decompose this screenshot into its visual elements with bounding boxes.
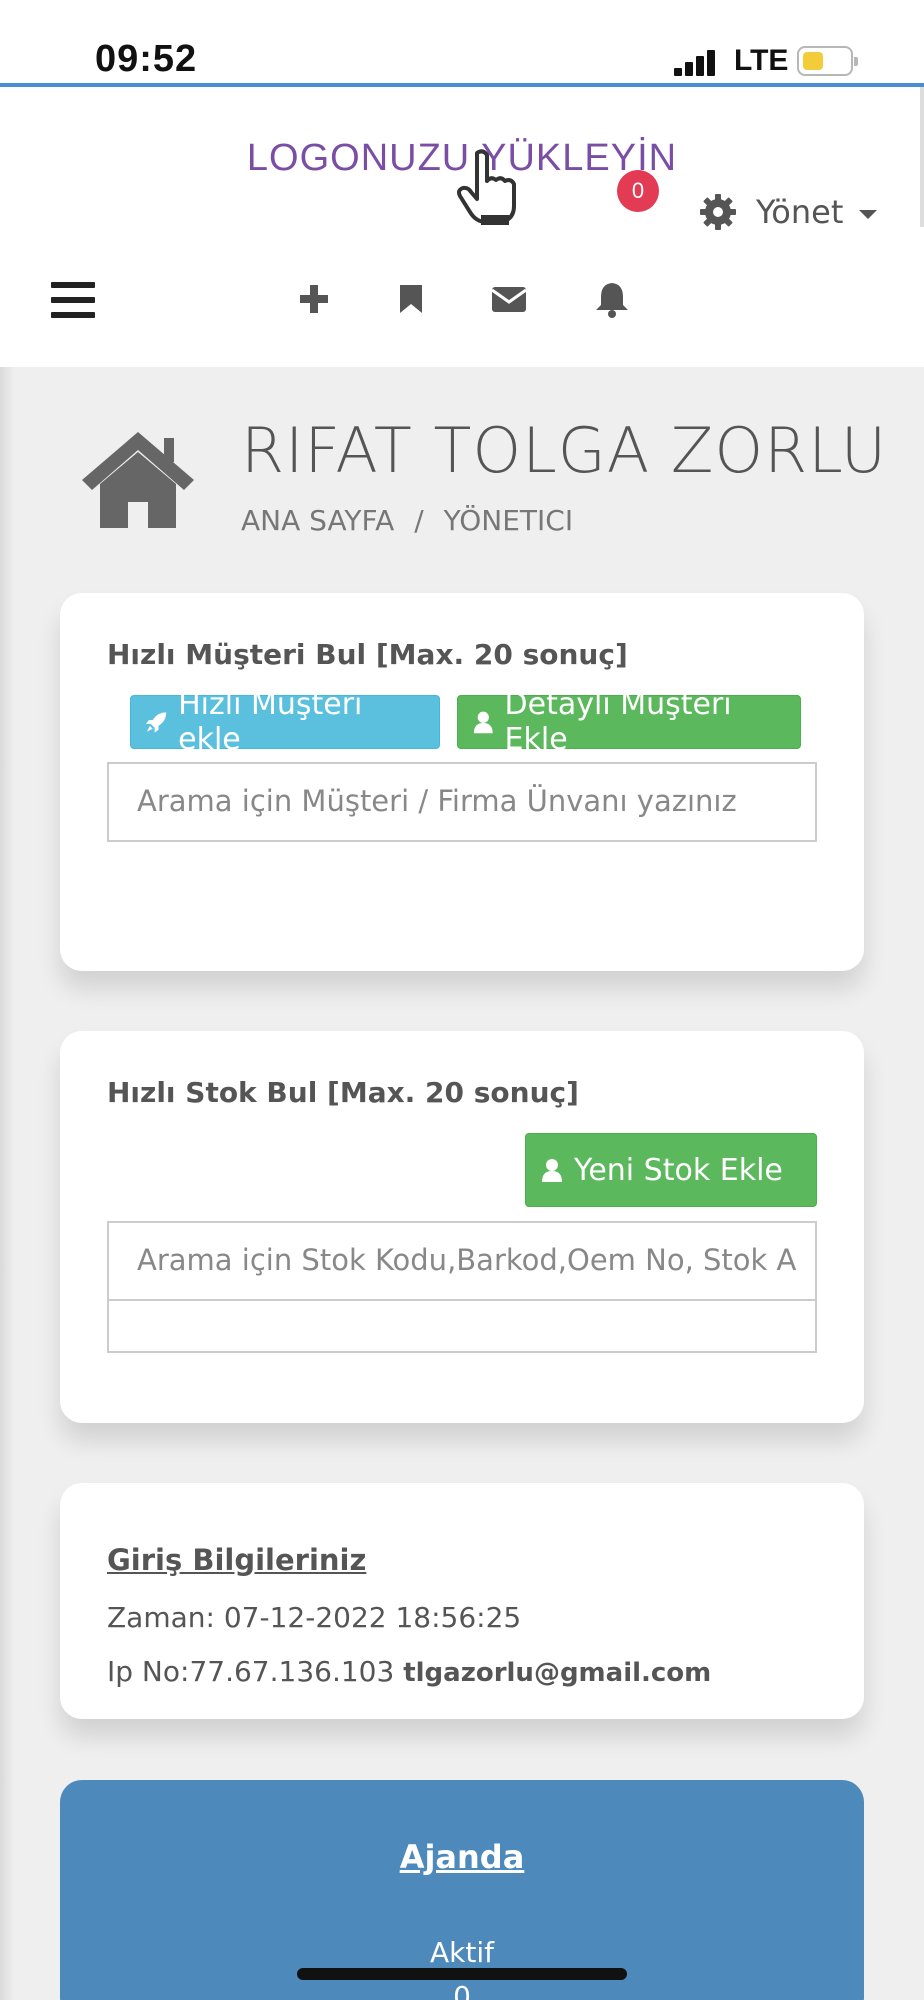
stock-search-title: Hızlı Stok Bul [Max. 20 sonuç]: [107, 1076, 579, 1109]
agenda-panel: Ajanda Aktif 0: [60, 1780, 864, 2000]
sidebar-edge: [0, 367, 14, 2000]
breadcrumb-separator: /: [414, 504, 424, 537]
envelope-icon[interactable]: [489, 279, 529, 319]
bell-icon[interactable]: [592, 279, 632, 319]
customer-search-placeholder: Arama için Müşteri / Firma Ünvanı yazını…: [137, 784, 737, 818]
agenda-count: 0: [453, 1980, 471, 2000]
stock-search-placeholder: Arama için Stok Kodu,Barkod,Oem No, Stok…: [137, 1243, 797, 1277]
signal-icon: [674, 46, 724, 76]
status-bar: 09:52 LTE: [0, 0, 924, 84]
breadcrumb-home[interactable]: ANA SAYFA: [241, 504, 394, 537]
menu-icon[interactable]: [51, 282, 95, 318]
stock-results-box: [107, 1299, 817, 1353]
login-ip: Ip No:77.67.136.103: [107, 1655, 395, 1688]
rocket-icon: [145, 712, 167, 733]
header-divider: [0, 364, 248, 367]
breadcrumb-current: YÖNETICI: [443, 504, 574, 537]
login-info-title[interactable]: Giriş Bilgileriniz: [107, 1543, 366, 1577]
quick-add-customer-label: Hızlı Müşteri ekle: [178, 687, 363, 757]
login-info-card: Giriş Bilgileriniz Zaman: 07-12-2022 18:…: [60, 1483, 864, 1719]
top-nav: [0, 247, 924, 367]
quick-add-customer-button[interactable]: Hızlı Müşteri ekle: [130, 687, 440, 757]
customer-search-input[interactable]: Arama için Müşteri / Firma Ünvanı yazını…: [107, 762, 817, 842]
hand-pointer-icon: [457, 149, 516, 225]
status-time: 09:52: [95, 38, 198, 80]
manage-dropdown[interactable]: Yönet: [698, 187, 878, 237]
new-stock-label: Yeni Stok Ekle: [574, 1152, 783, 1188]
page-title: RIFAT TOLGA ZORLU: [241, 414, 888, 487]
notification-badge: 0: [617, 170, 659, 212]
plus-icon[interactable]: [294, 279, 334, 319]
breadcrumb: ANA SAYFA / YÖNETICI: [241, 504, 573, 537]
stock-search-input[interactable]: Arama için Stok Kodu,Barkod,Oem No, Stok…: [107, 1221, 817, 1301]
battery-icon: [797, 46, 858, 76]
chevron-down-icon: [859, 209, 878, 219]
login-ip-line: Ip No:77.67.136.103 tlgazorlu@gmail.com: [107, 1655, 711, 1688]
agenda-title[interactable]: Ajanda: [60, 1838, 864, 1876]
stock-search-card: Hızlı Stok Bul [Max. 20 sonuç] Yeni Stok…: [60, 1031, 864, 1423]
gear-icon: [700, 194, 736, 230]
new-stock-button[interactable]: Yeni Stok Ekle: [525, 1133, 817, 1207]
home-indicator[interactable]: [297, 1968, 627, 1980]
user-icon: [473, 711, 493, 734]
customer-search-card: Hızlı Müşteri Bul [Max. 20 sonuç] Hızlı …: [60, 593, 864, 971]
login-time: Zaman: 07-12-2022 18:56:25: [107, 1601, 522, 1634]
detailed-add-customer-label: Detaylı Müşteri Ekle: [504, 687, 732, 757]
bookmark-icon[interactable]: [391, 279, 431, 319]
manage-label: Yönet: [756, 193, 844, 231]
user-icon: [542, 1159, 562, 1182]
detailed-add-customer-button[interactable]: Detaylı Müşteri Ekle: [457, 687, 801, 757]
customer-search-title: Hızlı Müşteri Bul [Max. 20 sonuç]: [107, 638, 628, 671]
login-email: tlgazorlu@gmail.com: [403, 1658, 712, 1688]
home-icon: [82, 432, 194, 528]
scroll-edge: [920, 87, 924, 227]
network-label: LTE: [734, 44, 789, 77]
agenda-status: Aktif: [430, 1936, 494, 1969]
